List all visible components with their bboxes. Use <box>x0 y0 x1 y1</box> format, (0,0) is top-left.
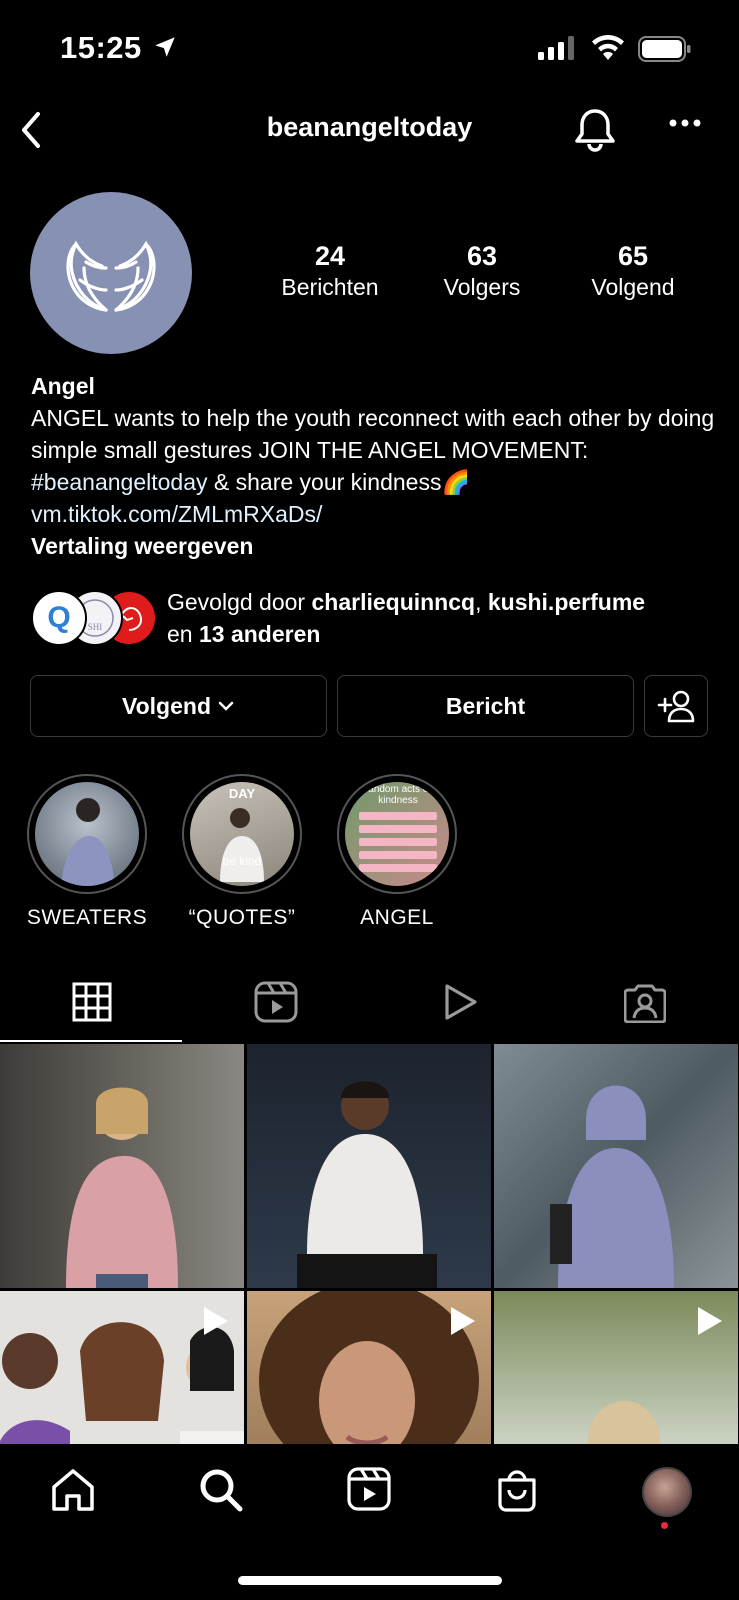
active-tab-indicator <box>0 1040 182 1042</box>
location-arrow-icon <box>155 37 175 57</box>
add-person-icon <box>657 690 695 723</box>
stat-posts[interactable]: 24 Berichten <box>270 240 390 302</box>
followed-by-text[interactable]: Gevolgd door charliequinncq, kushi.perfu… <box>167 586 727 650</box>
highlight-angel-text: random acts of kindness <box>364 784 432 806</box>
highlight-quotes-day-text: DAY <box>228 786 256 801</box>
stat-following[interactable]: 65 Volgend <box>574 240 692 302</box>
woman-lavender-hoodie-image <box>550 1085 674 1288</box>
highlight-label: ANGEL <box>360 906 434 929</box>
stat-following-label: Volgend <box>591 274 675 300</box>
stat-following-value: 65 <box>617 241 649 271</box>
bio-text-part2: & share your kindness <box>207 469 442 495</box>
message-button-label: Bericht <box>445 692 526 719</box>
highlight-angel-cover: random acts of kindness <box>345 782 449 886</box>
reel-play-icon <box>698 1307 722 1335</box>
followed-by-user2[interactable]: kushi.perfume <box>488 589 645 615</box>
highlight-label: “QUOTES” <box>188 906 296 929</box>
wifi-icon <box>592 35 624 60</box>
highlight-sweaters[interactable]: SWEATERS <box>25 774 149 930</box>
home-icon[interactable] <box>50 1467 96 1513</box>
video-play-icon[interactable] <box>442 982 480 1022</box>
rainbow-emoji: 🌈 <box>441 469 471 495</box>
reels-icon[interactable] <box>254 981 298 1023</box>
suggest-people-button[interactable] <box>644 675 708 737</box>
profile-name: Angel <box>31 373 95 399</box>
bell-icon[interactable] <box>572 106 618 154</box>
stat-posts-value: 24 <box>314 241 346 271</box>
stat-posts-label: Berichten <box>281 274 379 300</box>
stat-followers-value: 63 <box>466 241 498 271</box>
search-icon[interactable] <box>198 1467 244 1513</box>
highlight-ring <box>27 774 147 894</box>
cellular-signal-icon <box>538 36 574 60</box>
bio-hashtag-link[interactable]: #beanangeltoday <box>31 469 208 495</box>
home-indicator <box>238 1576 502 1585</box>
profile-avatar[interactable] <box>642 1467 692 1517</box>
battery-icon <box>638 36 691 62</box>
reels-icon[interactable] <box>347 1467 391 1511</box>
chevron-down-icon <box>218 701 234 711</box>
message-button[interactable]: Bericht <box>337 675 634 737</box>
following-button[interactable]: Volgend <box>30 675 327 737</box>
highlight-sweaters-cover <box>35 782 139 886</box>
bio-text-part1: ANGEL wants to help the youth reconnect … <box>31 405 715 463</box>
q-logo-text: Q <box>47 601 71 634</box>
checklist-graphic <box>359 812 437 872</box>
highlight-ring: random acts of kindness <box>337 774 457 894</box>
woman-pink-hoodie-image <box>66 1087 178 1288</box>
bio-text: ANGEL wants to help the youth reconnect … <box>31 402 721 498</box>
highlight-angel[interactable]: random acts of kindness ANGEL <box>335 774 459 930</box>
followed-by-sep: , <box>475 589 488 615</box>
highlight-quotes-cover: DAY be kind <box>190 782 294 886</box>
followed-by-prefix: Gevolgd door <box>167 589 312 615</box>
shop-bag-icon[interactable] <box>496 1466 538 1512</box>
followed-by-avatars[interactable]: SHI Q <box>31 590 157 646</box>
angel-wings-logo-icon <box>66 240 156 312</box>
followed-by-user1[interactable]: charliequinncq <box>311 589 475 615</box>
more-dots-icon[interactable] <box>668 118 702 128</box>
followed-by-mid: en <box>167 621 199 647</box>
translate-button[interactable]: Vertaling weergeven <box>31 530 721 562</box>
post-tile[interactable] <box>247 1044 491 1288</box>
stat-followers[interactable]: 63 Volgers <box>420 240 544 302</box>
bio-website-link[interactable]: vm.tiktok.com/ZMLmRXaDs/ <box>31 498 721 530</box>
highlight-ring: DAY be kind <box>182 774 302 894</box>
notification-dot <box>661 1522 668 1529</box>
status-time: 15:25 <box>60 30 142 65</box>
following-button-label: Volgend <box>121 692 211 719</box>
post-tile[interactable] <box>494 1044 738 1288</box>
profile-username: beanangeltoday <box>266 112 473 142</box>
grid-icon[interactable] <box>72 982 112 1022</box>
person-in-sweater-image <box>61 798 115 886</box>
tagged-person-icon[interactable] <box>624 981 666 1023</box>
profile-avatar[interactable] <box>30 192 192 354</box>
highlight-label: SWEATERS <box>26 906 148 929</box>
man-white-hoodie-image <box>297 1081 437 1288</box>
follower-avatar-charlie: Q <box>31 590 87 646</box>
profile-bio: Angel ANGEL wants to help the youth reco… <box>31 370 721 562</box>
followed-by-others[interactable]: 13 anderen <box>199 621 320 647</box>
svg-text:SHI: SHI <box>88 622 103 632</box>
highlight-quotes-be-kind: be kind <box>222 854 262 868</box>
post-tile[interactable] <box>0 1044 244 1288</box>
reel-play-icon <box>451 1307 475 1335</box>
highlight-quotes[interactable]: DAY be kind “QUOTES” <box>180 774 304 930</box>
reel-play-icon <box>204 1307 228 1335</box>
stat-followers-label: Volgers <box>443 274 521 300</box>
